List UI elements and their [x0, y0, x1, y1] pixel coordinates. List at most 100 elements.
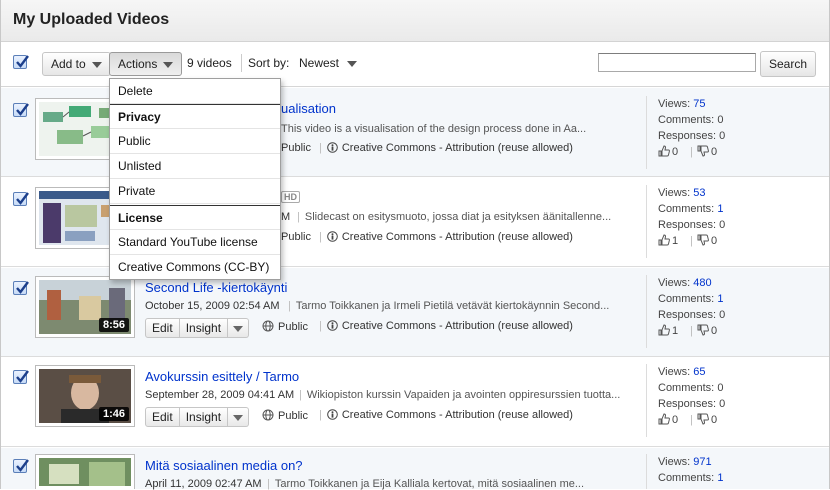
video-checkbox[interactable]: [13, 281, 29, 295]
video-duration: 1:46: [98, 407, 129, 421]
video-title[interactable]: Second Life -kiertokäynti: [145, 280, 287, 295]
privacy-text: Public: [278, 410, 308, 422]
privacy-text: Public: [278, 321, 308, 333]
responses-count: 0: [719, 398, 726, 410]
video-thumbnail[interactable]: [35, 454, 135, 489]
video-checkbox[interactable]: [13, 459, 29, 473]
comments-count[interactable]: 1: [717, 293, 723, 305]
privacy-status: Public: [262, 320, 308, 333]
responses-label: Responses:: [658, 130, 717, 142]
upload-date: April 11, 2009 02:47 AM: [145, 478, 262, 490]
video-count: 9 videos: [187, 56, 232, 70]
menu-item-unlisted[interactable]: Unlisted: [110, 154, 280, 179]
insight-dropdown-button[interactable]: [228, 318, 250, 338]
insight-dropdown-button[interactable]: [228, 407, 250, 427]
comments-label: Comments:: [658, 203, 715, 215]
license-text: Creative Commons - Attribution (reuse al…: [341, 409, 573, 421]
comments-count[interactable]: 1: [717, 203, 723, 215]
video-title[interactable]: Mitä sosiaalinen media on?: [145, 458, 303, 473]
menu-header-license: License: [110, 205, 280, 230]
video-thumbnail[interactable]: 1:46: [35, 365, 135, 427]
divider: |: [319, 142, 322, 154]
upload-date: M: [281, 211, 291, 223]
presentation-image: [39, 458, 131, 486]
thumbnail-image: 1:46: [39, 369, 131, 423]
video-checkbox[interactable]: [13, 192, 29, 206]
add-to-button[interactable]: Add to: [42, 52, 111, 76]
menu-item-delete[interactable]: Delete: [110, 79, 280, 104]
sort-value: Newest: [299, 56, 340, 70]
video-title[interactable]: ualisation: [281, 101, 336, 116]
menu-item-public[interactable]: Public: [110, 129, 280, 154]
views-count[interactable]: 75: [693, 98, 705, 110]
globe-icon: [262, 320, 274, 332]
description-text: Wikiopiston kurssin Vapaiden ja avointen…: [306, 389, 621, 401]
divider: |: [690, 414, 693, 426]
likes-count: 0: [672, 414, 679, 426]
divider: |: [319, 320, 322, 332]
license-text: Creative Commons - Attribution (reuse al…: [341, 142, 573, 154]
select-all-checkbox[interactable]: [13, 55, 29, 69]
chevron-down-icon: [163, 61, 174, 68]
edit-button[interactable]: Edit: [145, 318, 180, 338]
globe-icon: [262, 409, 274, 421]
creative-commons-icon: [327, 409, 338, 420]
divider: |: [319, 409, 322, 421]
thumbs-up-icon: [658, 234, 670, 246]
hd-badge: HD: [281, 191, 300, 203]
video-title[interactable]: Avokurssin esittely / Tarmo: [145, 369, 299, 384]
views-count[interactable]: 480: [693, 277, 711, 289]
likes-count: 0: [672, 146, 679, 158]
video-stats: Views: 480 Comments: 1 Responses: 0 1 | 0: [646, 275, 828, 348]
thumbs-up-icon: [658, 324, 670, 336]
thumbs-up-icon: [658, 413, 670, 425]
privacy-status: Public: [281, 231, 311, 243]
divider: |: [319, 231, 322, 243]
chevron-down-icon: [233, 414, 244, 421]
chevron-down-icon: [347, 60, 358, 67]
video-description: | Slidecast on esitysmuoto, jossa diat ja…: [292, 211, 611, 223]
upload-date: September 28, 2009 04:41 AM: [145, 389, 295, 401]
menu-item-private[interactable]: Private: [110, 179, 280, 204]
search-input[interactable]: [598, 53, 756, 72]
add-to-label: Add to: [51, 57, 86, 71]
menu-item-standard-license[interactable]: Standard YouTube license: [110, 230, 280, 255]
thumbnail-image: 8:56: [39, 280, 131, 334]
comments-label: Comments:: [658, 472, 715, 484]
likes-count: 1: [672, 235, 679, 247]
likes-count: 1: [672, 325, 679, 337]
comments-label: Comments:: [658, 382, 715, 394]
license-text: Creative Commons - Attribution (reuse al…: [341, 320, 573, 332]
thumbs-down-icon: [697, 234, 709, 246]
video-checkbox[interactable]: [13, 103, 29, 117]
thumbs-up-icon: [658, 145, 670, 157]
actions-button[interactable]: Actions: [109, 52, 183, 76]
views-count[interactable]: 53: [693, 187, 705, 199]
chevron-down-icon: [233, 325, 244, 332]
video-checkbox[interactable]: [13, 370, 29, 384]
divider: |: [288, 300, 291, 312]
checkmark-icon: [16, 459, 29, 472]
edit-button[interactable]: Edit: [145, 407, 180, 427]
dislikes-count: 0: [710, 414, 718, 426]
checkmark-icon: [16, 192, 29, 205]
responses-count: 0: [719, 309, 726, 321]
video-description: | Tarmo Toikkanen ja Irmeli Pietilä vetäv…: [283, 300, 609, 312]
comments-count: 0: [717, 382, 724, 394]
insight-button[interactable]: Insight: [179, 318, 229, 338]
checkmark-icon: [16, 55, 29, 68]
page-header: My Uploaded Videos: [1, 0, 829, 42]
search-button[interactable]: Search: [760, 51, 817, 77]
thumbnail-image: [39, 458, 131, 486]
insight-button[interactable]: Insight: [179, 407, 229, 427]
creative-commons-icon: [327, 320, 338, 331]
toolbar-divider: [241, 54, 242, 72]
comments-count[interactable]: 1: [717, 472, 723, 484]
menu-item-cc-license[interactable]: Creative Commons (CC-BY): [110, 255, 280, 280]
actions-label: Actions: [118, 57, 158, 71]
views-count[interactable]: 971: [693, 456, 711, 468]
sort-select[interactable]: Newest: [299, 56, 358, 70]
views-count[interactable]: 65: [693, 366, 705, 378]
responses-label: Responses:: [658, 219, 717, 231]
video-thumbnail[interactable]: 8:56: [35, 276, 135, 338]
